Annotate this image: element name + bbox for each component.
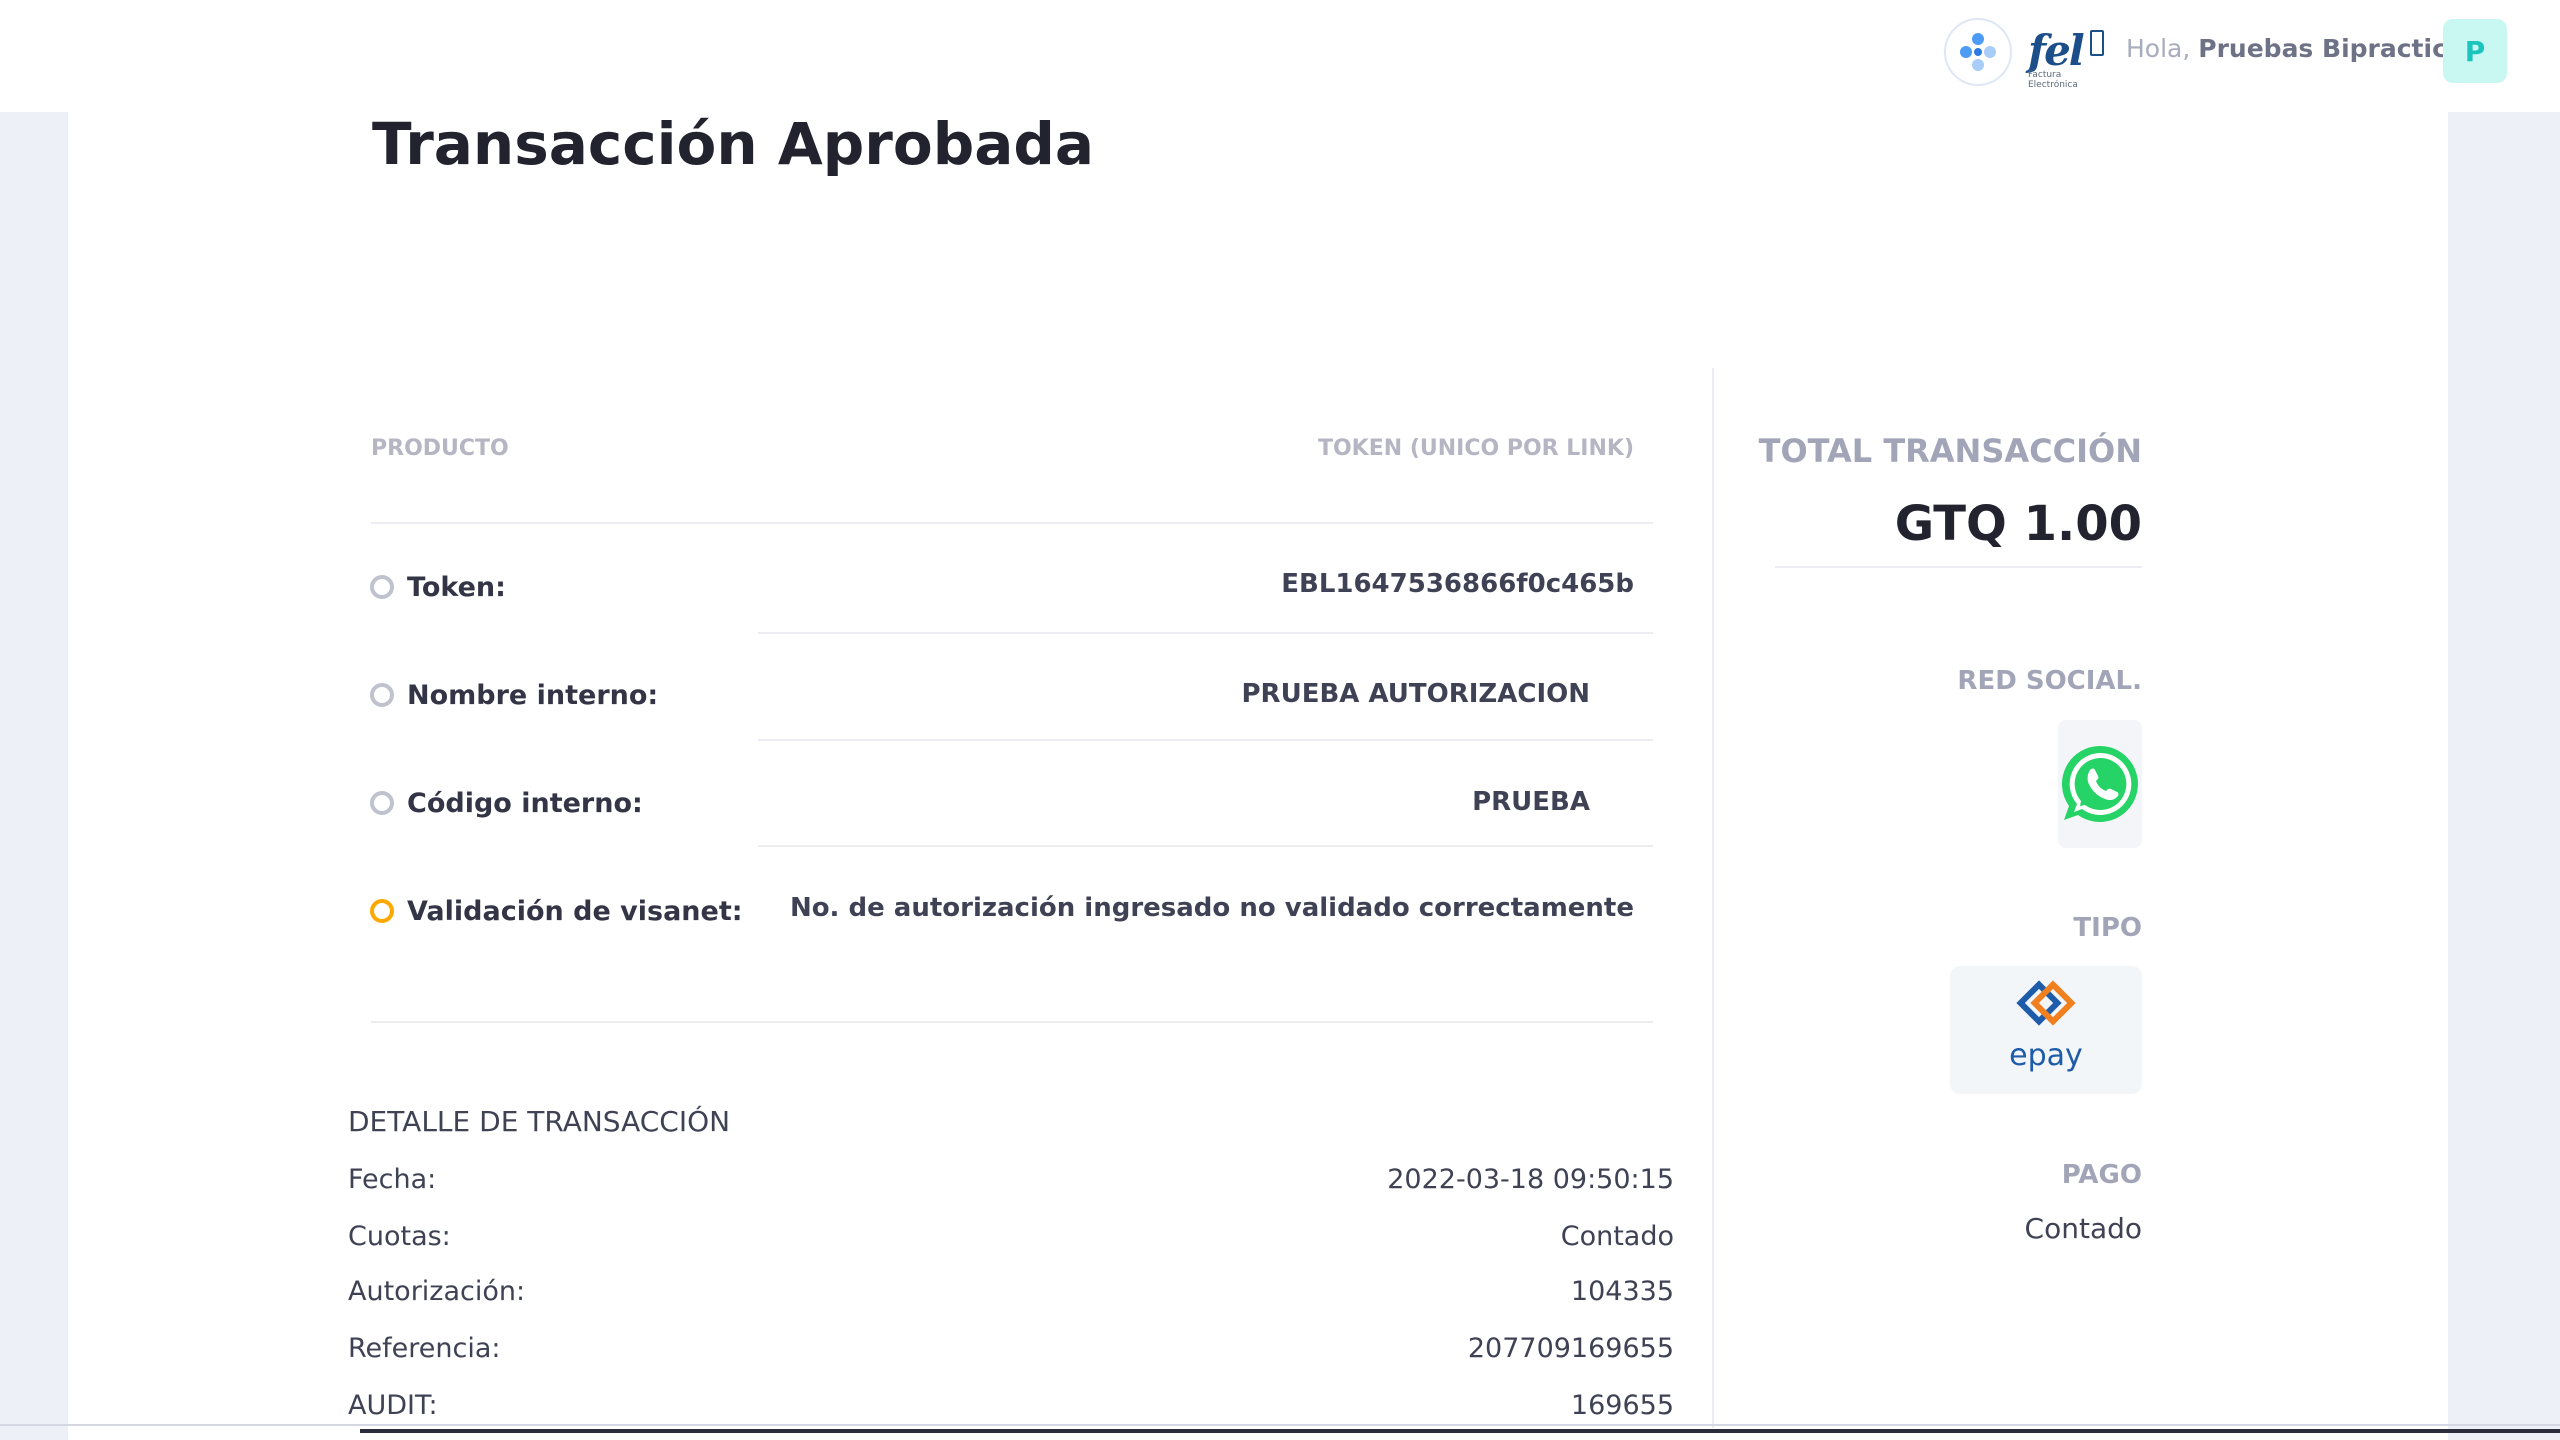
epay-logo-icon — [2016, 980, 2076, 1026]
transaction-detail-title: DETALLE DE TRANSACCIÓN — [348, 1105, 731, 1138]
row-divider — [758, 632, 1653, 634]
row-label-token: Token: — [407, 572, 506, 603]
row-divider — [758, 739, 1653, 741]
detail-label-authorization: Autorización: — [348, 1276, 526, 1307]
status-dot-icon — [370, 683, 394, 707]
fel-logo-subtext: Factura Electrónica — [2028, 70, 2078, 90]
detail-value-reference: 207709169655 — [1467, 1333, 1674, 1364]
apps-icon[interactable] — [1944, 18, 2012, 86]
warning-dot-icon — [370, 899, 394, 923]
row-value-visanet-validation: No. de autorización ingresado no validad… — [789, 893, 1634, 923]
detail-label-installments: Cuotas: — [348, 1221, 451, 1252]
type-label: TIPO — [2073, 913, 2142, 943]
table-bottom-divider — [371, 1021, 1653, 1023]
column-divider — [1712, 368, 1714, 1428]
horizontal-scrollbar[interactable] — [360, 1429, 2560, 1433]
column-header-product: PRODUCTO — [371, 436, 509, 461]
payment-label: PAGO — [2061, 1160, 2142, 1190]
status-dot-icon — [370, 791, 394, 815]
table-header-divider — [371, 522, 1653, 524]
document-icon — [2090, 30, 2104, 56]
epay-logo-text: epay — [2009, 1038, 2083, 1073]
total-amount: GTQ 1.00 — [1894, 496, 2142, 552]
detail-value-audit: 169655 — [1570, 1390, 1674, 1421]
fel-logo-text: fel — [2028, 26, 2085, 75]
row-value-token: EBL1647536866f0c465b — [1281, 569, 1634, 599]
detail-label-reference: Referencia: — [348, 1333, 501, 1364]
social-network-badge — [2058, 720, 2142, 848]
total-divider — [1775, 566, 2142, 568]
user-greeting[interactable]: Hola, Pruebas Bipractico — [2126, 34, 2464, 63]
detail-label-date: Fecha: — [348, 1164, 437, 1195]
payment-type-badge: epay — [1950, 966, 2142, 1094]
row-label-visanet-validation: Validación de visanet: — [407, 896, 743, 927]
row-label-internal-code: Código interno: — [407, 788, 643, 819]
row-divider — [758, 845, 1653, 847]
column-header-token: TOKEN (UNICO POR LINK) — [1317, 436, 1634, 461]
fel-logo: fel Factura Electrónica — [2024, 22, 2110, 90]
total-transaction-label: TOTAL TRANSACCIÓN — [1758, 432, 2142, 470]
whatsapp-icon — [2061, 746, 2138, 822]
row-label-internal-name: Nombre interno: — [407, 680, 659, 711]
detail-value-date: 2022-03-18 09:50:15 — [1387, 1164, 1674, 1195]
avatar[interactable]: P — [2443, 19, 2507, 83]
detail-label-audit: AUDIT: — [348, 1390, 438, 1421]
window-bottom-edge — [0, 1424, 2560, 1426]
detail-value-installments: Contado — [1560, 1221, 1674, 1252]
page-title: Transacción Aprobada — [372, 110, 1095, 178]
row-value-internal-code: PRUEBA — [1472, 787, 1590, 817]
detail-value-authorization: 104335 — [1570, 1276, 1674, 1307]
greeting-prefix: Hola, — [2126, 34, 2191, 63]
payment-value: Contado — [2024, 1212, 2142, 1245]
social-network-label: RED SOCIAL. — [1957, 666, 2142, 696]
row-value-internal-name: PRUEBA AUTORIZACION — [1241, 679, 1591, 709]
status-dot-icon — [370, 575, 394, 599]
user-name: Pruebas Bipractico — [2198, 34, 2465, 63]
